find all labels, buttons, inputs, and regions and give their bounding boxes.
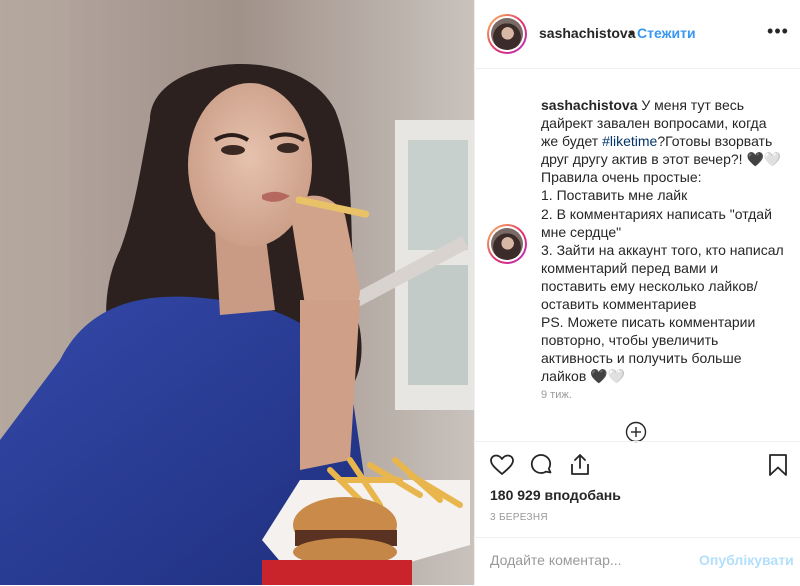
bookmark-icon[interactable]	[765, 452, 791, 478]
time-ago: 9 тиж.	[541, 389, 572, 401]
post-side-panel: sashachistova • Стежити ••• sashachistov…	[474, 0, 800, 585]
actions-divider	[475, 441, 800, 443]
comment-bar: Додайте коментар... Опублікувати	[475, 537, 800, 586]
photo-illustration	[0, 0, 474, 585]
caption-username[interactable]: sashachistova	[541, 97, 638, 113]
caption-avatar[interactable]	[487, 224, 527, 264]
caption-text-end: ?Готовы взорвать друг другу актив в этот…	[541, 133, 784, 385]
comment-icon[interactable]	[528, 452, 554, 478]
post-caption: sashachistova У меня тут весь дайрект за…	[541, 96, 785, 386]
follow-button[interactable]: Стежити	[637, 25, 696, 41]
share-icon[interactable]	[567, 452, 593, 478]
caption-hashtag[interactable]: #liketime	[602, 133, 657, 149]
heart-icon[interactable]	[489, 452, 515, 478]
header-separator: •	[629, 25, 634, 41]
publish-button[interactable]: Опублікувати	[699, 552, 794, 568]
post-photo[interactable]	[0, 0, 474, 585]
post-header: sashachistova • Стежити •••	[475, 0, 800, 69]
plus-circle-icon[interactable]	[625, 421, 647, 443]
author-username[interactable]: sashachistova	[539, 25, 636, 41]
author-avatar[interactable]	[487, 14, 527, 54]
post-date: 3 БЕРЕЗНЯ	[490, 512, 548, 523]
likes-count[interactable]: 180 929 вподобань	[490, 487, 621, 503]
comment-input[interactable]: Додайте коментар...	[490, 552, 690, 568]
more-options-icon[interactable]: •••	[767, 22, 789, 42]
instagram-post-view: sashachistova • Стежити ••• sashachistov…	[0, 0, 800, 585]
